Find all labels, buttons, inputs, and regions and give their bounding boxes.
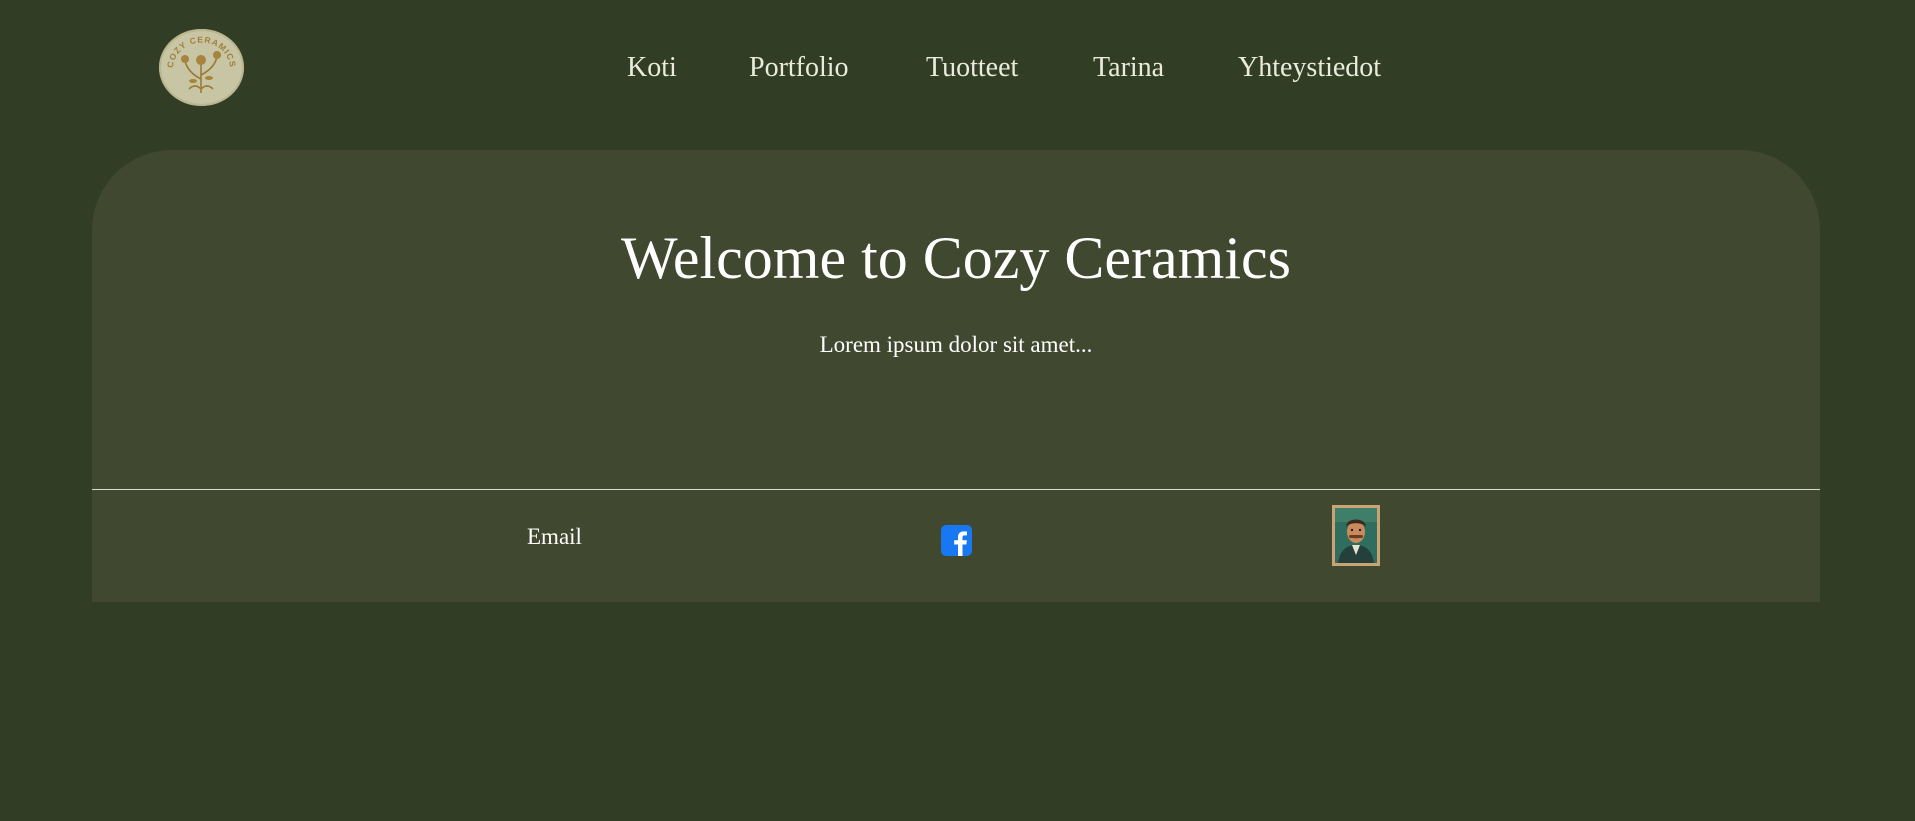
site-header: COZY CERAMICS Koti Portfolio Tuotteet Ta… [0,0,1915,135]
main-nav: Koti Portfolio Tuotteet Tarina Yhteystie… [0,46,1915,90]
facebook-icon[interactable] [941,525,972,556]
footer-divider [92,489,1820,490]
hero-text: Lorem ipsum dolor sit amet... [819,332,1093,357]
nav-item-tarina[interactable]: Tarina [1093,46,1164,90]
nav-item-koti[interactable]: Koti [627,46,677,90]
page-title: Welcome to Cozy Ceramics [621,225,1291,291]
nav-item-tuotteet[interactable]: Tuotteet [926,46,1018,90]
hero-panel: Welcome to Cozy Ceramics Lorem ipsum dol… [92,150,1820,602]
nav-item-portfolio[interactable]: Portfolio [749,46,849,90]
portrait-painting-icon[interactable] [1332,505,1380,566]
nav-item-yhteystiedot[interactable]: Yhteystiedot [1238,46,1381,90]
email-link[interactable]: Email [527,522,582,552]
